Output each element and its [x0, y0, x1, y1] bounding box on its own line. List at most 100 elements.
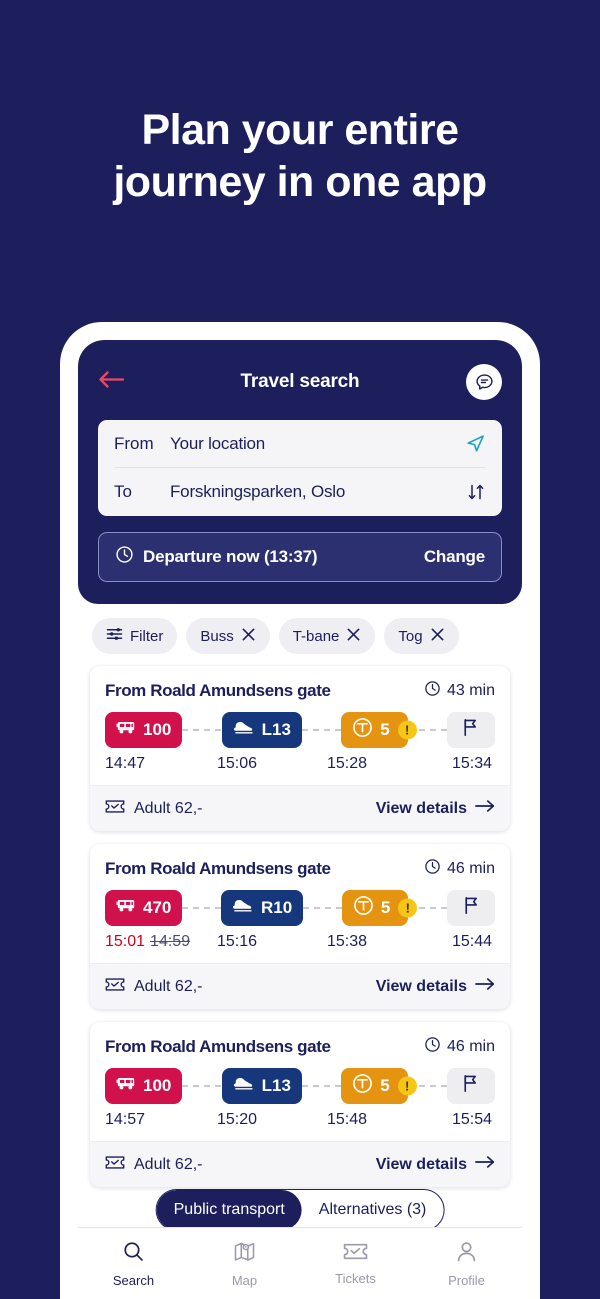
- search-icon: [122, 1240, 145, 1268]
- arrow-right-icon: [475, 977, 495, 996]
- leg-badge-bus[interactable]: 100: [105, 712, 183, 748]
- swap-vertical-icon[interactable]: [466, 482, 486, 502]
- toggle-alternatives[interactable]: Alternatives (3): [302, 1190, 444, 1230]
- nav-item-map[interactable]: Map: [189, 1240, 300, 1288]
- nav-label-tickets: Tickets: [335, 1270, 376, 1286]
- ticket-icon: [105, 977, 125, 997]
- arrow-left-icon[interactable]: [98, 371, 125, 394]
- leg-time: 14:47: [105, 755, 146, 772]
- journey-result-card[interactable]: From Roald Amundsens gate 46 min: [90, 844, 510, 1009]
- journey-result-card[interactable]: From Roald Amundsens gate 46 min: [90, 1022, 510, 1187]
- leg-badge-destination: [446, 1068, 495, 1104]
- to-label: To: [114, 482, 132, 501]
- leg-time: 15:34: [452, 755, 493, 772]
- leg-badge-bus[interactable]: 100: [105, 1068, 183, 1104]
- sliders-icon: [106, 626, 123, 646]
- flag-icon: [460, 717, 481, 743]
- leg-time: 15:54: [452, 1111, 493, 1128]
- leg-line-number: 100: [143, 1076, 172, 1095]
- filter-chip-tbane[interactable]: T-bane: [278, 618, 376, 654]
- journey-times: 15:01 14:59 15:16 15:38 15:44: [90, 926, 510, 951]
- leg-badge-bus[interactable]: 470: [105, 890, 183, 926]
- to-field[interactable]: To Forskningsparken, Oslo: [114, 468, 486, 516]
- journey-price-label: Adult 62,-: [134, 977, 203, 995]
- leg-connector: [301, 729, 342, 731]
- warning-icon[interactable]: !: [397, 1076, 417, 1096]
- view-details-button[interactable]: View details: [376, 799, 495, 818]
- phone-screen: Travel search From Your location To Fors…: [78, 340, 522, 1299]
- journey-result-card[interactable]: From Roald Amundsens gate 43 min 100 L13…: [90, 666, 510, 831]
- journey-price: Adult 62,-: [105, 799, 202, 819]
- leg-badge-metro[interactable]: 5 !: [341, 890, 418, 926]
- headline-line-2: journey in one app: [113, 158, 487, 207]
- leg-connector: [182, 907, 222, 909]
- journey-origin: From Roald Amundsens gate: [105, 681, 331, 700]
- journey-duration: 46 min: [424, 858, 495, 880]
- journey-times: 14:57 15:20 15:48 15:54: [90, 1104, 510, 1129]
- close-icon[interactable]: [346, 627, 361, 646]
- phone-mockup: Travel search From Your location To Fors…: [60, 322, 540, 1299]
- leg-time: 15:44: [452, 933, 493, 950]
- warning-icon[interactable]: !: [398, 898, 418, 918]
- leg-time: 15:06: [217, 755, 258, 772]
- ticket-icon: [105, 799, 125, 819]
- close-icon[interactable]: [241, 627, 256, 646]
- bus-icon: [116, 720, 136, 740]
- leg-time: 15:20: [217, 1111, 258, 1128]
- view-details-button[interactable]: View details: [376, 1155, 495, 1174]
- clock-icon: [424, 1036, 441, 1058]
- ticket-icon: [343, 1242, 368, 1266]
- departure-text: Departure now (13:37): [143, 547, 318, 566]
- leg-line-number: 100: [143, 720, 172, 739]
- journey-origin: From Roald Amundsens gate: [105, 859, 331, 878]
- view-details-button[interactable]: View details: [376, 977, 495, 996]
- leg-line-number: L13: [261, 720, 291, 739]
- leg-badge-train[interactable]: R10: [221, 890, 304, 926]
- filter-chip-label: Buss: [200, 627, 234, 645]
- filter-chip-filter[interactable]: Filter: [92, 618, 178, 654]
- train-icon: [233, 720, 255, 740]
- leg-connector: [182, 1085, 222, 1087]
- filter-chip-tog[interactable]: Tog: [384, 618, 459, 654]
- leg-badge-destination: [446, 712, 495, 748]
- location-arrow-icon[interactable]: [465, 433, 486, 454]
- leg-time-delayed: 15:01 14:59: [105, 933, 217, 951]
- clock-icon: [424, 680, 441, 702]
- bus-icon: [116, 1076, 136, 1096]
- filter-chip-label: Tog: [398, 627, 423, 645]
- filter-chip-buss[interactable]: Buss: [186, 618, 270, 654]
- metro-t-icon: [352, 1073, 373, 1099]
- arrow-right-icon: [475, 799, 495, 818]
- leg-time: 15:38: [327, 933, 368, 950]
- view-mode-toggle[interactable]: Public transport Alternatives (3): [155, 1189, 445, 1231]
- person-icon: [455, 1240, 478, 1268]
- leg-line-number: 5: [380, 898, 391, 917]
- card-footer: Adult 62,- View details: [90, 785, 510, 831]
- leg-badge-destination: [447, 890, 495, 926]
- nav-item-profile[interactable]: Profile: [411, 1240, 522, 1288]
- nav-item-search[interactable]: Search: [78, 1240, 189, 1288]
- warning-icon[interactable]: !: [397, 720, 417, 740]
- close-icon[interactable]: [430, 627, 445, 646]
- leg-badge-train[interactable]: L13: [221, 712, 302, 748]
- leg-time: 15:48: [327, 1111, 368, 1128]
- nav-item-tickets[interactable]: Tickets: [300, 1242, 411, 1286]
- from-field[interactable]: From Your location: [114, 420, 486, 468]
- nav-label-search: Search: [112, 1272, 155, 1288]
- flag-icon: [460, 1073, 481, 1099]
- to-value: Forskningsparken, Oslo: [170, 482, 346, 501]
- leg-badge-metro[interactable]: 5 !: [341, 712, 417, 748]
- journey-price-label: Adult 62,-: [134, 799, 203, 817]
- leg-line-number: R10: [261, 898, 293, 917]
- view-details-label: View details: [375, 1155, 467, 1173]
- leg-line-number: 5: [380, 720, 390, 739]
- leg-badge-train[interactable]: L13: [221, 1068, 302, 1104]
- journey-duration: 46 min: [424, 1036, 495, 1058]
- view-details-label: View details: [375, 977, 467, 995]
- ticket-icon: [105, 1155, 125, 1175]
- toggle-public-transport[interactable]: Public transport: [156, 1190, 302, 1230]
- leg-badge-metro[interactable]: 5 !: [341, 1068, 417, 1104]
- change-button[interactable]: Change: [424, 547, 485, 567]
- chat-bubble-icon[interactable]: [466, 364, 502, 400]
- departure-time-button[interactable]: Departure now (13:37) Change: [98, 532, 502, 582]
